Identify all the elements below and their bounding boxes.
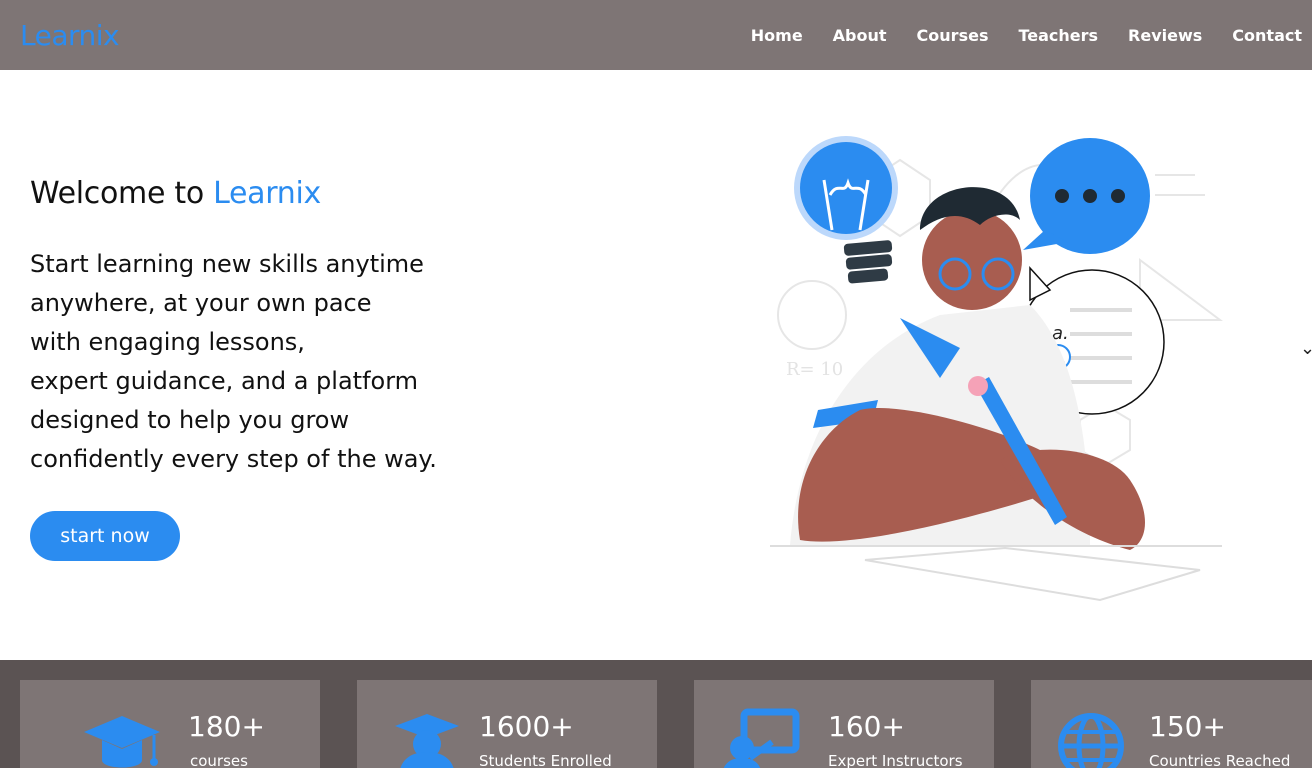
nav-link-courses[interactable]: Courses bbox=[917, 26, 989, 45]
stat-card-students: 1600+ Students Enrolled bbox=[357, 680, 657, 768]
hero-desc-line: with engaging lessons, bbox=[30, 328, 305, 356]
nav-link-reviews[interactable]: Reviews bbox=[1128, 26, 1202, 45]
student-figure bbox=[770, 187, 1222, 602]
navbar: Learnix Home About Courses Teachers Revi… bbox=[0, 0, 1312, 70]
student-writing-illustration: R= 10 E = m a. b. c. bbox=[770, 136, 1223, 602]
stat-label: Expert Instructors bbox=[828, 752, 963, 768]
start-now-button[interactable]: start now bbox=[30, 511, 180, 561]
stat-label: courses bbox=[190, 752, 248, 768]
hero-desc-line: expert guidance, and a platform bbox=[30, 367, 419, 395]
hero-title: Welcome to Learnix bbox=[30, 176, 510, 211]
nav-link-about[interactable]: About bbox=[833, 26, 887, 45]
hero-description: Start learning new skills anytime anywhe… bbox=[30, 245, 510, 479]
lightbulb-icon bbox=[794, 136, 898, 284]
nav-menu: Home About Courses Teachers Reviews Cont… bbox=[751, 26, 1302, 45]
nav-item-reviews: Reviews bbox=[1128, 26, 1202, 45]
nav-link-teachers[interactable]: Teachers bbox=[1018, 26, 1098, 45]
nav-item-contact: Contact bbox=[1232, 26, 1302, 45]
stat-card-instructors: 160+ Expert Instructors bbox=[694, 680, 994, 768]
stat-number: 1600+ bbox=[479, 710, 574, 743]
hero-desc-line: Start learning new skills anytime bbox=[30, 250, 424, 278]
graduation-cap-icon bbox=[84, 716, 160, 768]
chat-bubble-icon bbox=[1023, 138, 1150, 254]
globe-icon bbox=[1058, 713, 1124, 768]
nav-link-home[interactable]: Home bbox=[751, 26, 803, 45]
nav-link-contact[interactable]: Contact bbox=[1232, 26, 1302, 45]
stat-number: 180+ bbox=[188, 710, 265, 743]
nav-item-about: About bbox=[833, 26, 887, 45]
graduate-student-icon bbox=[395, 714, 459, 768]
hero-title-brand: Learnix bbox=[213, 176, 321, 211]
stat-label: Students Enrolled bbox=[479, 752, 612, 768]
stat-label: Countries Reached bbox=[1149, 752, 1291, 768]
stat-card-countries: 150+ Countries Reached bbox=[1031, 680, 1312, 768]
chevron-icon: ⌄ bbox=[1300, 338, 1312, 359]
doodle-text: R= 10 bbox=[786, 359, 843, 380]
instructor-board-icon bbox=[723, 708, 800, 768]
hero-desc-line: anywhere, at your own pace bbox=[30, 289, 372, 317]
stat-number: 160+ bbox=[828, 710, 905, 743]
hero-desc-line: confidently every step of the way. bbox=[30, 445, 437, 473]
stat-card-courses: 180+ courses bbox=[20, 680, 320, 768]
stats-bar: 180+ courses 1600+ Students Enrolled 160… bbox=[0, 660, 1312, 768]
hero-section: Welcome to Learnix Start learning new sk… bbox=[30, 176, 510, 479]
nav-item-teachers: Teachers bbox=[1018, 26, 1098, 45]
nav-item-home: Home bbox=[751, 26, 803, 45]
hero-desc-line: designed to help you grow bbox=[30, 406, 350, 434]
stat-number: 150+ bbox=[1149, 710, 1226, 743]
hero-title-prefix: Welcome to bbox=[30, 176, 204, 211]
nav-item-courses: Courses bbox=[917, 26, 989, 45]
site-logo[interactable]: Learnix bbox=[20, 19, 120, 52]
